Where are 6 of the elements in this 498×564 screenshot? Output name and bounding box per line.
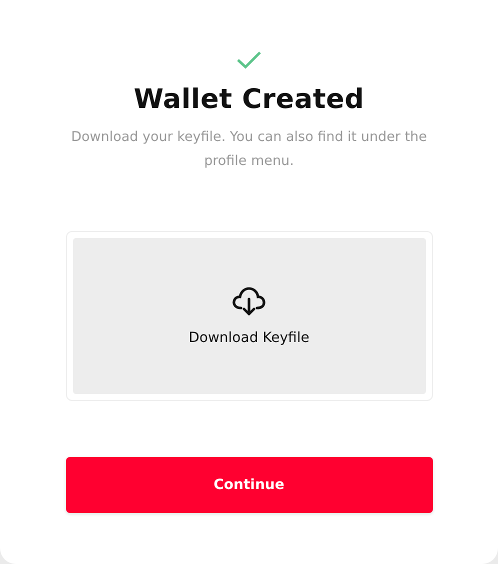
download-keyfile-button[interactable]: Download Keyfile [72,238,426,394]
dialog-title: Wallet Created [134,84,364,115]
checkmark-icon [236,50,262,70]
continue-button[interactable]: Continue [66,457,432,513]
dialog-description: Download your keyfile. You can also find it under the profile menu. [70,128,428,171]
cloud-download-icon [231,286,267,318]
